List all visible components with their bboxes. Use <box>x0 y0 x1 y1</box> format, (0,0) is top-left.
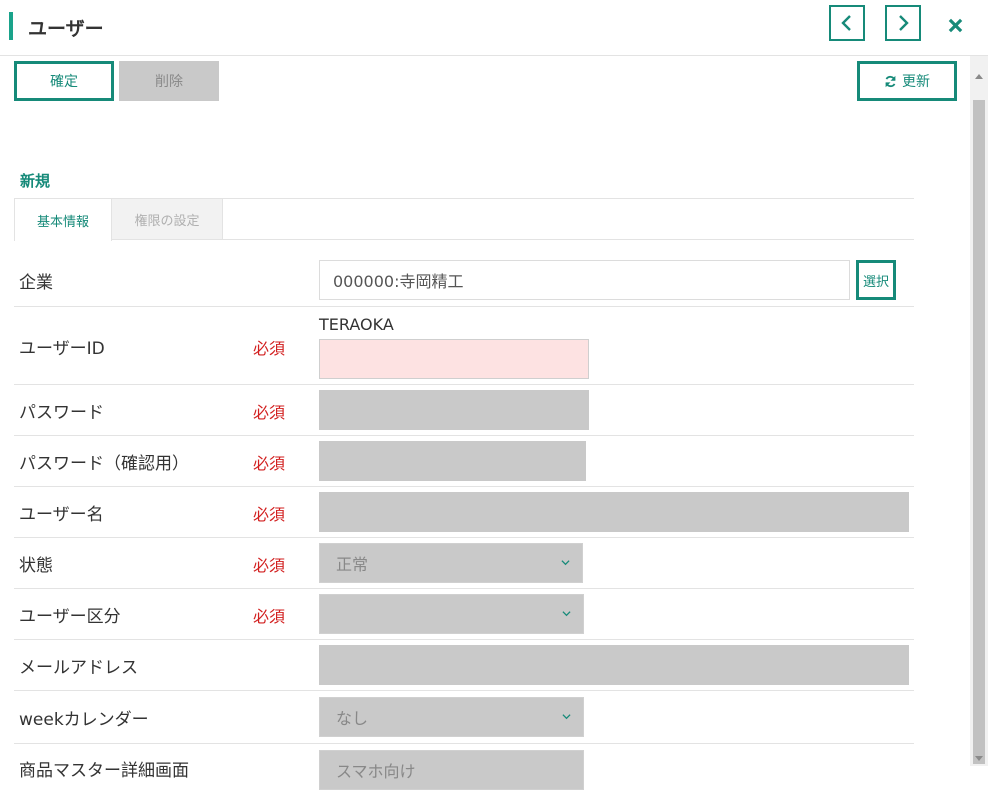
form-row-week-calendar: weekカレンダー なし <box>14 691 914 744</box>
product-master-label: 商品マスター詳細画面 <box>19 761 189 781</box>
password-confirm-input[interactable] <box>319 441 586 481</box>
chevron-down-icon <box>561 560 570 566</box>
tab-basic-info[interactable]: 基本情報 <box>14 199 112 241</box>
company-label: 企業 <box>19 273 53 293</box>
form-row-product-master: 商品マスター詳細画面 スマホ向け <box>14 744 914 790</box>
scroll-up-icon[interactable] <box>975 74 983 79</box>
refresh-label: 更新 <box>902 74 930 90</box>
delete-button[interactable]: 削除 <box>119 61 219 101</box>
form-row-user-id: ユーザーID 必須 TERAOKA <box>14 307 914 385</box>
form-row-email: メールアドレス <box>14 640 914 691</box>
prev-record-button[interactable] <box>829 5 865 41</box>
password-confirm-required-badge: 必須 <box>253 454 286 473</box>
email-label: メールアドレス <box>19 658 138 678</box>
company-select-button[interactable]: 選択 <box>856 260 896 300</box>
user-id-input[interactable] <box>319 339 589 379</box>
week-calendar-select[interactable]: なし <box>319 697 584 737</box>
user-name-label: ユーザー名 <box>19 505 104 525</box>
user-name-required-badge: 必須 <box>253 505 286 524</box>
chevron-down-icon <box>562 611 571 617</box>
close-button[interactable] <box>942 12 968 38</box>
password-label: パスワード <box>19 403 104 423</box>
section-title: 新規 <box>20 172 51 190</box>
user-name-input[interactable] <box>319 492 909 532</box>
email-input[interactable] <box>319 645 909 685</box>
page-title: ユーザー <box>28 18 104 40</box>
user-id-hint: TERAOKA <box>319 315 394 334</box>
password-input[interactable] <box>319 390 589 430</box>
header-accent-bar <box>9 12 13 40</box>
password-required-badge: 必須 <box>253 403 286 422</box>
scroll-down-icon[interactable] <box>975 756 983 761</box>
form-row-user-type: ユーザー区分 必須 <box>14 589 914 640</box>
status-select-value: 正常 <box>336 555 369 574</box>
scroll-thumb[interactable] <box>973 100 985 764</box>
user-id-required-badge: 必須 <box>253 339 286 358</box>
tab-permissions[interactable]: 権限の設定 <box>112 199 223 240</box>
refresh-icon <box>885 75 896 87</box>
form-row-password-confirm: パスワード（確認用） 必須 <box>14 436 914 487</box>
week-calendar-select-value: なし <box>336 709 369 728</box>
next-record-button[interactable] <box>885 5 921 41</box>
chevron-down-icon <box>562 714 571 720</box>
product-master-select[interactable]: スマホ向け <box>319 750 584 790</box>
chevron-right-icon <box>899 15 909 31</box>
user-type-required-badge: 必須 <box>253 607 286 626</box>
refresh-button[interactable]: 更新 <box>857 61 957 101</box>
company-input[interactable]: 000000:寺岡精工 <box>319 260 850 300</box>
user-type-label: ユーザー区分 <box>19 607 121 627</box>
form-row-user-name: ユーザー名 必須 <box>14 487 914 538</box>
confirm-button[interactable]: 確定 <box>14 61 114 101</box>
status-label: 状態 <box>19 556 53 576</box>
window-header: ユーザー <box>0 0 988 56</box>
password-confirm-label: パスワード（確認用） <box>19 454 189 474</box>
week-calendar-label: weekカレンダー <box>19 710 149 730</box>
close-icon <box>948 18 962 32</box>
user-type-select[interactable] <box>319 594 584 634</box>
vertical-scrollbar[interactable] <box>970 56 988 766</box>
status-select[interactable]: 正常 <box>319 543 583 583</box>
form-row-company: 企業 000000:寺岡精工 <box>14 240 914 307</box>
form-row-status: 状態 必須 正常 <box>14 538 914 589</box>
chevron-left-icon <box>841 15 851 31</box>
form-row-password: パスワード 必須 <box>14 385 914 436</box>
product-master-select-value: スマホ向け <box>336 762 416 781</box>
user-id-label: ユーザーID <box>19 339 105 359</box>
status-required-badge: 必須 <box>253 556 286 575</box>
